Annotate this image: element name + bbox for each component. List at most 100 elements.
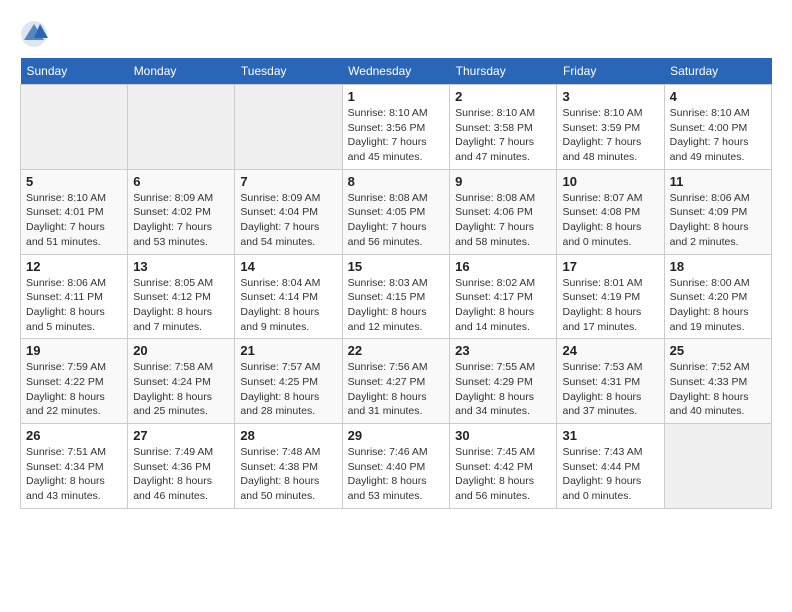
calendar-header-row: SundayMondayTuesdayWednesdayThursdayFrid… [21, 58, 772, 85]
day-number: 9 [455, 174, 551, 189]
day-info: Sunrise: 8:04 AM Sunset: 4:14 PM Dayligh… [240, 276, 336, 335]
calendar-cell: 3 Sunrise: 8:10 AM Sunset: 3:59 PM Daylig… [557, 85, 664, 170]
day-number: 11 [670, 174, 766, 189]
calendar-cell: 30 Sunrise: 7:45 AM Sunset: 4:42 PM Dayli… [450, 424, 557, 509]
calendar-cell: 9 Sunrise: 8:08 AM Sunset: 4:06 PM Daylig… [450, 169, 557, 254]
calendar-cell: 25 Sunrise: 7:52 AM Sunset: 4:33 PM Dayli… [664, 339, 771, 424]
day-number: 16 [455, 259, 551, 274]
weekday-header: Sunday [21, 58, 128, 85]
calendar-week-row: 12 Sunrise: 8:06 AM Sunset: 4:11 PM Dayli… [21, 254, 772, 339]
weekday-header: Saturday [664, 58, 771, 85]
day-info: Sunrise: 7:45 AM Sunset: 4:42 PM Dayligh… [455, 445, 551, 504]
calendar-cell: 31Sunrise: 7:43 AM Sunset: 4:44 PM Dayli… [557, 424, 664, 509]
day-info: Sunrise: 7:57 AM Sunset: 4:25 PM Dayligh… [240, 360, 336, 419]
day-number: 21 [240, 343, 336, 358]
weekday-header: Thursday [450, 58, 557, 85]
day-number: 15 [348, 259, 445, 274]
calendar-cell: 2 Sunrise: 8:10 AM Sunset: 3:58 PM Daylig… [450, 85, 557, 170]
day-info: Sunrise: 7:53 AM Sunset: 4:31 PM Dayligh… [562, 360, 658, 419]
calendar-cell: 19 Sunrise: 7:59 AM Sunset: 4:22 PM Dayli… [21, 339, 128, 424]
day-info: Sunrise: 8:02 AM Sunset: 4:17 PM Dayligh… [455, 276, 551, 335]
day-info: Sunrise: 7:58 AM Sunset: 4:24 PM Dayligh… [133, 360, 229, 419]
day-info: Sunrise: 7:56 AM Sunset: 4:27 PM Dayligh… [348, 360, 445, 419]
calendar-cell: 16 Sunrise: 8:02 AM Sunset: 4:17 PM Dayli… [450, 254, 557, 339]
day-number: 28 [240, 428, 336, 443]
day-number: 24 [562, 343, 658, 358]
day-number: 25 [670, 343, 766, 358]
weekday-header: Monday [128, 58, 235, 85]
day-number: 29 [348, 428, 445, 443]
day-number: 17 [562, 259, 658, 274]
day-info: Sunrise: 8:10 AM Sunset: 3:58 PM Dayligh… [455, 106, 551, 165]
calendar-cell: 6 Sunrise: 8:09 AM Sunset: 4:02 PM Daylig… [128, 169, 235, 254]
calendar-week-row: 1 Sunrise: 8:10 AM Sunset: 3:56 PM Daylig… [21, 85, 772, 170]
calendar-cell: 29 Sunrise: 7:46 AM Sunset: 4:40 PM Dayli… [342, 424, 450, 509]
calendar-cell: 8 Sunrise: 8:08 AM Sunset: 4:05 PM Daylig… [342, 169, 450, 254]
calendar-cell: 17 Sunrise: 8:01 AM Sunset: 4:19 PM Dayli… [557, 254, 664, 339]
page-header [20, 20, 772, 48]
day-info: Sunrise: 8:06 AM Sunset: 4:09 PM Dayligh… [670, 191, 766, 250]
calendar-cell [128, 85, 235, 170]
calendar-cell: 20Sunrise: 7:58 AM Sunset: 4:24 PM Dayli… [128, 339, 235, 424]
day-info: Sunrise: 8:10 AM Sunset: 3:56 PM Dayligh… [348, 106, 445, 165]
day-number: 10 [562, 174, 658, 189]
day-info: Sunrise: 7:46 AM Sunset: 4:40 PM Dayligh… [348, 445, 445, 504]
day-number: 12 [26, 259, 122, 274]
calendar-cell: 22 Sunrise: 7:56 AM Sunset: 4:27 PM Dayli… [342, 339, 450, 424]
day-number: 2 [455, 89, 551, 104]
day-number: 4 [670, 89, 766, 104]
day-number: 27 [133, 428, 229, 443]
day-info: Sunrise: 7:48 AM Sunset: 4:38 PM Dayligh… [240, 445, 336, 504]
calendar-cell: 14 Sunrise: 8:04 AM Sunset: 4:14 PM Dayli… [235, 254, 342, 339]
calendar-cell: 15 Sunrise: 8:03 AM Sunset: 4:15 PM Dayli… [342, 254, 450, 339]
calendar-cell [21, 85, 128, 170]
day-info: Sunrise: 8:09 AM Sunset: 4:02 PM Dayligh… [133, 191, 229, 250]
calendar-week-row: 26Sunrise: 7:51 AM Sunset: 4:34 PM Dayli… [21, 424, 772, 509]
weekday-header: Tuesday [235, 58, 342, 85]
calendar-cell: 21 Sunrise: 7:57 AM Sunset: 4:25 PM Dayli… [235, 339, 342, 424]
day-info: Sunrise: 8:07 AM Sunset: 4:08 PM Dayligh… [562, 191, 658, 250]
day-info: Sunrise: 8:03 AM Sunset: 4:15 PM Dayligh… [348, 276, 445, 335]
day-info: Sunrise: 7:49 AM Sunset: 4:36 PM Dayligh… [133, 445, 229, 504]
day-number: 18 [670, 259, 766, 274]
day-info: Sunrise: 8:08 AM Sunset: 4:05 PM Dayligh… [348, 191, 445, 250]
day-number: 8 [348, 174, 445, 189]
day-number: 26 [26, 428, 122, 443]
day-info: Sunrise: 7:59 AM Sunset: 4:22 PM Dayligh… [26, 360, 122, 419]
calendar-cell: 5Sunrise: 8:10 AM Sunset: 4:01 PM Daylig… [21, 169, 128, 254]
day-info: Sunrise: 7:43 AM Sunset: 4:44 PM Dayligh… [562, 445, 658, 504]
day-number: 5 [26, 174, 122, 189]
day-info: Sunrise: 8:05 AM Sunset: 4:12 PM Dayligh… [133, 276, 229, 335]
weekday-header: Friday [557, 58, 664, 85]
calendar-week-row: 19 Sunrise: 7:59 AM Sunset: 4:22 PM Dayli… [21, 339, 772, 424]
day-number: 22 [348, 343, 445, 358]
day-number: 14 [240, 259, 336, 274]
day-number: 3 [562, 89, 658, 104]
logo [20, 20, 52, 48]
day-info: Sunrise: 8:06 AM Sunset: 4:11 PM Dayligh… [26, 276, 122, 335]
calendar-cell: 11 Sunrise: 8:06 AM Sunset: 4:09 PM Dayli… [664, 169, 771, 254]
calendar-cell: 4Sunrise: 8:10 AM Sunset: 4:00 PM Daylig… [664, 85, 771, 170]
calendar-cell: 28 Sunrise: 7:48 AM Sunset: 4:38 PM Dayli… [235, 424, 342, 509]
day-info: Sunrise: 8:01 AM Sunset: 4:19 PM Dayligh… [562, 276, 658, 335]
day-info: Sunrise: 8:09 AM Sunset: 4:04 PM Dayligh… [240, 191, 336, 250]
day-info: Sunrise: 7:52 AM Sunset: 4:33 PM Dayligh… [670, 360, 766, 419]
day-info: Sunrise: 8:00 AM Sunset: 4:20 PM Dayligh… [670, 276, 766, 335]
calendar-cell [235, 85, 342, 170]
calendar-cell: 18 Sunrise: 8:00 AM Sunset: 4:20 PM Dayli… [664, 254, 771, 339]
day-number: 30 [455, 428, 551, 443]
day-number: 1 [348, 89, 445, 104]
day-info: Sunrise: 8:10 AM Sunset: 3:59 PM Dayligh… [562, 106, 658, 165]
calendar-cell: 27 Sunrise: 7:49 AM Sunset: 4:36 PM Dayli… [128, 424, 235, 509]
calendar-cell: 24 Sunrise: 7:53 AM Sunset: 4:31 PM Dayli… [557, 339, 664, 424]
calendar-table: SundayMondayTuesdayWednesdayThursdayFrid… [20, 58, 772, 509]
day-info: Sunrise: 8:08 AM Sunset: 4:06 PM Dayligh… [455, 191, 551, 250]
day-number: 13 [133, 259, 229, 274]
day-number: 6 [133, 174, 229, 189]
calendar-cell: 7Sunrise: 8:09 AM Sunset: 4:04 PM Daylig… [235, 169, 342, 254]
calendar-cell: 13 Sunrise: 8:05 AM Sunset: 4:12 PM Dayli… [128, 254, 235, 339]
day-number: 19 [26, 343, 122, 358]
calendar-cell: 1 Sunrise: 8:10 AM Sunset: 3:56 PM Daylig… [342, 85, 450, 170]
calendar-cell: 23Sunrise: 7:55 AM Sunset: 4:29 PM Dayli… [450, 339, 557, 424]
day-number: 23 [455, 343, 551, 358]
